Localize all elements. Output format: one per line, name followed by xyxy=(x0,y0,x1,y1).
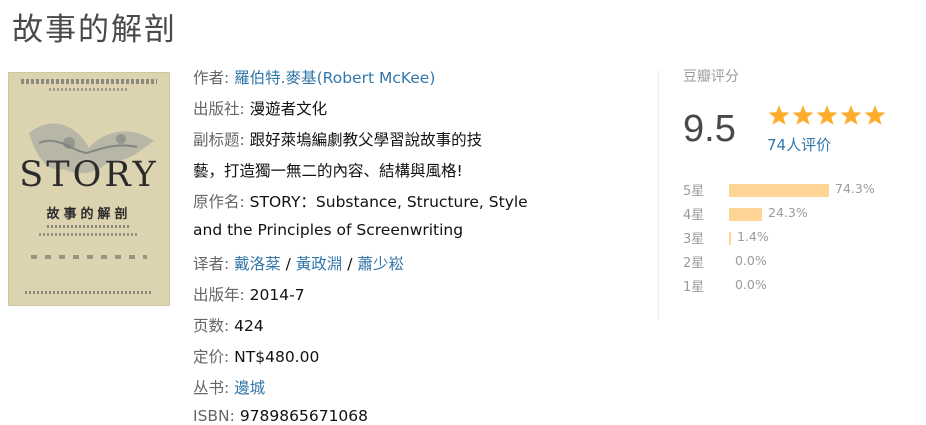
rating-stars xyxy=(768,105,886,125)
subtitle-value-cont: 藝，打造獨一無二的內容、結構與風格! xyxy=(193,162,463,180)
rating-star-label: 2星 xyxy=(683,256,705,271)
subtitle-value: 跟好萊塢編劇教父學習說故事的技 xyxy=(249,131,483,149)
subtitle-row-cont: 藝，打造獨一無二的內容、結構與風格! xyxy=(193,159,463,181)
rating-percent: 0.0% xyxy=(735,253,767,268)
translator-row: 译者: 戴洛棻 / 黃政淵 / 蕭少崧 xyxy=(193,252,404,274)
original-title-row: 原作名: STORY：Substance, Structure, Style xyxy=(193,190,528,212)
rating-count-link[interactable]: 74人评价 xyxy=(767,134,831,155)
cover-footer-text xyxy=(25,291,153,294)
publisher-value: 漫遊者文化 xyxy=(249,100,328,118)
original-title-value: STORY：Substance, Structure, Style xyxy=(249,193,528,211)
translator-link[interactable]: 黃政淵 xyxy=(296,255,343,273)
series-label: 丛书: xyxy=(193,379,230,397)
translator-link[interactable]: 戴洛棻 xyxy=(234,255,281,273)
rating-star-label: 3星 xyxy=(683,232,705,247)
original-title-label: 原作名: xyxy=(193,193,245,211)
year-value: 2014-7 xyxy=(249,286,305,304)
book-cover[interactable]: STORY 故事的解剖 xyxy=(8,72,170,306)
rating-label: 豆瓣评分 xyxy=(683,69,739,85)
section-divider xyxy=(658,70,659,320)
series-link[interactable]: 邊城 xyxy=(234,379,265,397)
translator-label: 译者: xyxy=(193,255,230,273)
isbn-value: 9789865671068 xyxy=(239,407,369,425)
subtitle-label: 副标题: xyxy=(193,131,245,149)
price-value: NT$480.00 xyxy=(234,348,320,366)
rating-star-label: 1星 xyxy=(683,280,705,295)
cover-subtitle-line xyxy=(47,225,131,228)
rating-percent: 0.0% xyxy=(735,277,767,292)
pages-value: 424 xyxy=(234,317,264,335)
rating-bar xyxy=(729,232,731,245)
translator-link[interactable]: 蕭少崧 xyxy=(357,255,404,273)
isbn-label: ISBN: xyxy=(193,407,235,425)
author-link[interactable]: 羅伯特.麥基(Robert McKee) xyxy=(234,69,435,87)
isbn-row: ISBN: 9789865671068 xyxy=(193,407,368,425)
star-icon xyxy=(792,105,814,125)
publisher-label: 出版社: xyxy=(193,100,245,118)
translator-separator: / xyxy=(342,255,358,273)
rating-bar xyxy=(729,184,829,197)
publisher-row: 出版社: 漫遊者文化 xyxy=(193,97,327,119)
original-title-value-cont: and the Principles of Screenwriting xyxy=(193,221,464,239)
star-icon xyxy=(840,105,862,125)
rating-star-label: 4星 xyxy=(683,208,705,223)
book-title: 故事的解剖 xyxy=(12,12,177,48)
subtitle-row: 副标题: 跟好萊塢編劇教父學習說故事的技 xyxy=(193,128,482,150)
star-icon xyxy=(816,105,838,125)
year-label: 出版年: xyxy=(193,286,245,304)
rating-star-label: 5星 xyxy=(683,184,705,199)
star-icon xyxy=(768,105,790,125)
pages-row: 页数: 424 xyxy=(193,314,264,336)
rating-percent: 24.3% xyxy=(768,205,808,220)
translator-separator: / xyxy=(280,255,296,273)
rating-percent: 74.3% xyxy=(835,181,875,196)
rating-percent: 1.4% xyxy=(737,229,769,244)
star-icon xyxy=(864,105,886,125)
pages-label: 页数: xyxy=(193,317,230,335)
author-label: 作者: xyxy=(193,69,230,87)
year-row: 出版年: 2014-7 xyxy=(193,283,305,305)
series-row: 丛书: 邊城 xyxy=(193,376,265,398)
author-row: 作者: 羅伯特.麥基(Robert McKee) xyxy=(193,66,435,88)
cover-story-text: STORY xyxy=(19,155,159,195)
rating-bar xyxy=(729,208,762,221)
price-row: 定价: NT$480.00 xyxy=(193,345,319,367)
rating-score: 9.5 xyxy=(683,108,736,150)
original-title-row-cont: and the Principles of Screenwriting xyxy=(193,221,463,239)
price-label: 定价: xyxy=(193,348,230,366)
cover-names-row xyxy=(31,255,147,259)
cover-subtitle-line xyxy=(39,233,139,236)
cover-chinese-title: 故事的解剖 xyxy=(46,207,132,222)
